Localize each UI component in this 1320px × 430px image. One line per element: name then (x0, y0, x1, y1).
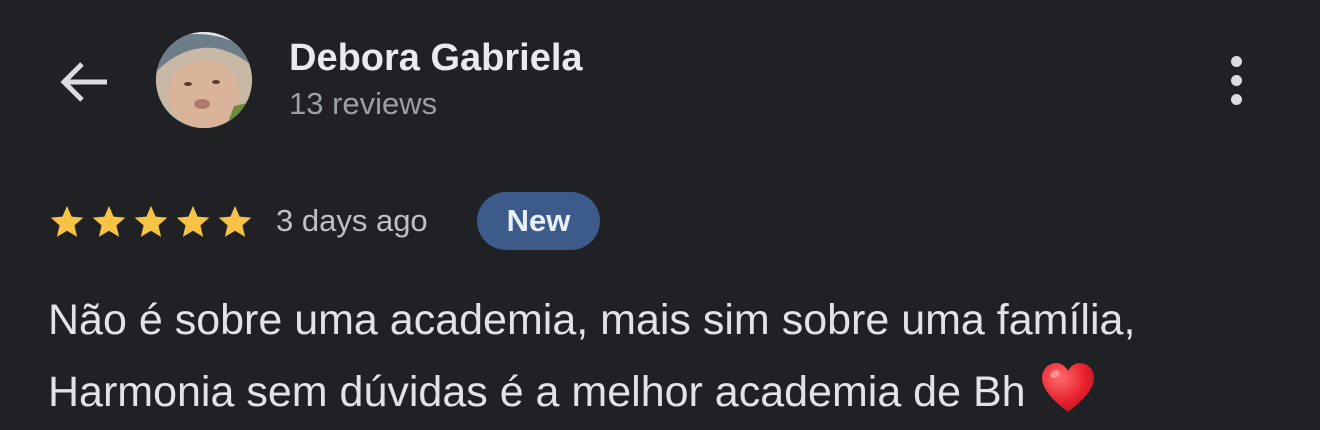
review-text: Não é sobre uma academia, mais sim sobre… (48, 284, 1288, 428)
more-options-button[interactable] (1212, 50, 1260, 110)
reviewer-name[interactable]: Debora Gabriela (289, 36, 583, 80)
star-icon (92, 205, 126, 237)
star-icon (50, 205, 84, 237)
more-vert-icon-dot (1230, 74, 1242, 86)
more-vert-icon-dot (1230, 93, 1242, 105)
star-icon (218, 205, 252, 237)
review-text-line: Harmonia sem dúvidas é a melhor academia… (48, 356, 1288, 428)
more-vert-icon (1230, 55, 1242, 67)
review-date: 3 days ago (276, 203, 428, 238)
avatar[interactable] (156, 32, 252, 128)
back-button[interactable] (52, 52, 116, 112)
arrow-back-icon (60, 62, 107, 102)
star-icon (134, 205, 168, 237)
star-icon (176, 205, 210, 237)
new-badge: New (477, 192, 600, 250)
review-text-line: Não é sobre uma academia, mais sim sobre… (48, 296, 1136, 344)
star-rating (48, 200, 254, 244)
review-text-line-content: Harmonia sem dúvidas é a melhor academia… (48, 368, 1026, 416)
red-heart-icon (1041, 363, 1094, 412)
avatar-photo (156, 32, 252, 128)
review-count: 13 reviews (289, 86, 438, 121)
